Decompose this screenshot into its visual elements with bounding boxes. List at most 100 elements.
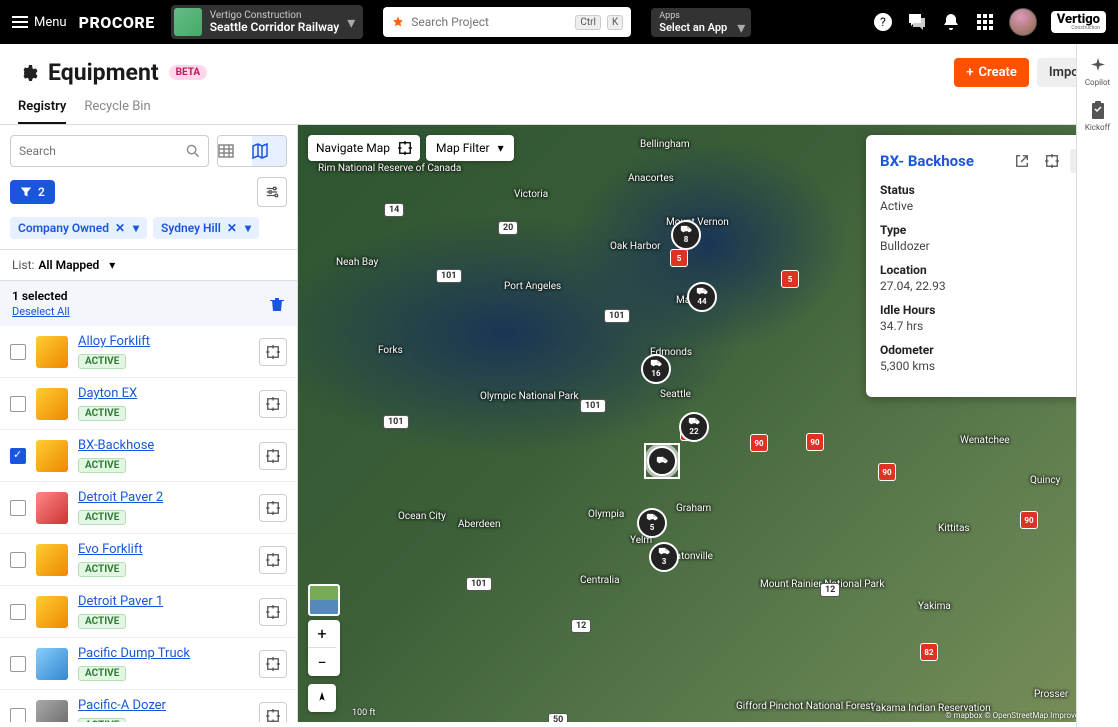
view-table-button[interactable]: [218, 136, 252, 166]
equipment-checkbox[interactable]: [10, 396, 26, 412]
view-map-button[interactable]: [252, 136, 286, 166]
menu-button[interactable]: Menu: [12, 14, 67, 30]
locate-button[interactable]: [259, 390, 287, 418]
mini-map[interactable]: [308, 584, 340, 616]
search-box[interactable]: [10, 135, 209, 167]
equipment-checkbox[interactable]: [10, 656, 26, 672]
equipment-name-link[interactable]: Pacific Dump Truck: [78, 646, 249, 661]
pill-remove-icon[interactable]: ✕: [113, 221, 127, 235]
search-project-box[interactable]: Ctrl K: [383, 7, 631, 37]
crosshair-icon: [266, 709, 280, 723]
equipment-thumb: [36, 544, 68, 576]
chat-icon[interactable]: [907, 12, 927, 32]
map-area[interactable]: BellinghamVictoriaAnacortesMount VernonO…: [298, 125, 1118, 722]
main: 2 Company Owned✕▾Sydney Hill✕▾ List: All…: [0, 125, 1118, 722]
equipment-checkbox[interactable]: [10, 708, 26, 723]
equipment-checkbox[interactable]: [10, 344, 26, 360]
open-external-button[interactable]: [1010, 149, 1034, 173]
search-input[interactable]: [19, 144, 186, 158]
locate-button[interactable]: [259, 338, 287, 366]
tab-registry[interactable]: Registry: [18, 93, 66, 124]
equipment-name-link[interactable]: Pacific-A Dozer: [78, 698, 249, 713]
pill-remove-icon[interactable]: ✕: [225, 221, 239, 235]
filter-icon: [20, 186, 32, 198]
north-arrow-icon: [315, 691, 329, 705]
map-marker[interactable]: ⛟5: [637, 508, 667, 538]
filter-pill[interactable]: Company Owned✕▾: [10, 217, 147, 239]
equipment-info: Evo Forklift ACTIVE: [78, 542, 249, 577]
equipment-icon: ⛟: [650, 360, 661, 369]
chevron-down-icon[interactable]: ▾: [243, 221, 253, 235]
equipment-name-link[interactable]: Detroit Paver 1: [78, 594, 249, 609]
equipment-item: Pacific-A Dozer ACTIVE: [0, 690, 297, 722]
equipment-list: Alloy Forklift ACTIVE Dayton EX ACTIVE B…: [0, 326, 297, 722]
zoom-in-button[interactable]: +: [308, 620, 336, 648]
locate-button[interactable]: [259, 598, 287, 626]
filter-pill[interactable]: Sydney Hill✕▾: [153, 217, 259, 239]
avatar[interactable]: [1009, 8, 1037, 36]
tab-recycle[interactable]: Recycle Bin: [84, 93, 150, 124]
map-marker[interactable]: ⛟16: [641, 354, 671, 384]
locate-button[interactable]: [1040, 149, 1064, 173]
map-marker[interactable]: ⛟: [647, 446, 677, 476]
bell-icon[interactable]: [941, 12, 961, 32]
list-value: All Mapped: [38, 258, 99, 272]
equipment-item: Detroit Paver 1 ACTIVE: [0, 586, 297, 638]
detail-title[interactable]: BX- Backhose: [880, 152, 1004, 170]
locate-button[interactable]: [259, 546, 287, 574]
list-dropdown[interactable]: List: All Mapped ▾: [0, 249, 297, 281]
deselect-all-link[interactable]: Deselect All: [12, 305, 70, 318]
equipment-name-link[interactable]: Dayton EX: [78, 386, 249, 401]
vertigo-logo[interactable]: Vertigo Construction: [1051, 11, 1106, 33]
locate-button[interactable]: [259, 494, 287, 522]
equipment-checkbox[interactable]: [10, 500, 26, 516]
chevron-down-icon[interactable]: ▾: [131, 221, 141, 235]
apps-selector[interactable]: Apps Select an App ▾: [651, 8, 751, 37]
crosshair-icon: [266, 657, 280, 671]
navigate-map-button[interactable]: Navigate Map: [308, 135, 420, 161]
interstate-badge: 90: [806, 433, 824, 451]
map-controls-top-left: Navigate Map Map Filter ▾: [308, 135, 514, 161]
filter-settings-button[interactable]: [257, 177, 287, 207]
locate-button[interactable]: [259, 442, 287, 470]
rail-kickoff[interactable]: Kickoff: [1085, 101, 1110, 132]
equipment-name-link[interactable]: Detroit Paver 2: [78, 490, 249, 505]
locate-button[interactable]: [259, 702, 287, 723]
topbar: Menu PROCORE Vertigo Construction Seattl…: [0, 0, 1118, 44]
interstate-badge: 90: [1020, 511, 1038, 529]
equipment-checkbox[interactable]: [10, 552, 26, 568]
zoom-out-button[interactable]: −: [308, 648, 336, 676]
status-badge: ACTIVE: [78, 510, 126, 525]
filter-count-chip[interactable]: 2: [10, 180, 55, 204]
equipment-item: Dayton EX ACTIVE: [0, 378, 297, 430]
equipment-checkbox[interactable]: [10, 604, 26, 620]
equipment-name-link[interactable]: Alloy Forklift: [78, 334, 249, 349]
procore-logo[interactable]: PROCORE: [79, 13, 155, 32]
project-selector[interactable]: Vertigo Construction Seattle Corridor Ra…: [171, 5, 364, 39]
gear-icon[interactable]: [18, 63, 38, 83]
equipment-name-link[interactable]: Evo Forklift: [78, 542, 249, 557]
equipment-thumb: [36, 492, 68, 524]
help-icon[interactable]: ?: [873, 12, 893, 32]
map-marker[interactable]: ⛟22: [679, 412, 709, 442]
map-filter-button[interactable]: Map Filter ▾: [426, 135, 514, 161]
trash-icon[interactable]: [269, 296, 285, 312]
rail-copilot[interactable]: Copilot: [1085, 56, 1110, 87]
equipment-item: Pacific Dump Truck ACTIVE: [0, 638, 297, 690]
table-icon: [218, 143, 234, 159]
map-marker[interactable]: ⛟8: [671, 220, 701, 250]
locate-button[interactable]: [259, 650, 287, 678]
status-badge: ACTIVE: [78, 562, 126, 577]
apps-grid-icon[interactable]: [975, 12, 995, 32]
equipment-name-link[interactable]: BX-Backhose: [78, 438, 249, 453]
compass-button[interactable]: [308, 684, 336, 712]
equipment-checkbox[interactable]: [10, 448, 26, 464]
map-marker[interactable]: ⛟44: [687, 282, 717, 312]
search-project-input[interactable]: [411, 15, 569, 29]
zoom-control: + −: [308, 620, 340, 676]
sliders-icon: [265, 185, 279, 199]
create-button[interactable]: + Create: [954, 58, 1029, 87]
map-marker[interactable]: ⛟3: [649, 542, 679, 572]
chevron-down-icon: ▾: [498, 141, 504, 155]
equipment-icon: ⛟: [646, 514, 657, 523]
